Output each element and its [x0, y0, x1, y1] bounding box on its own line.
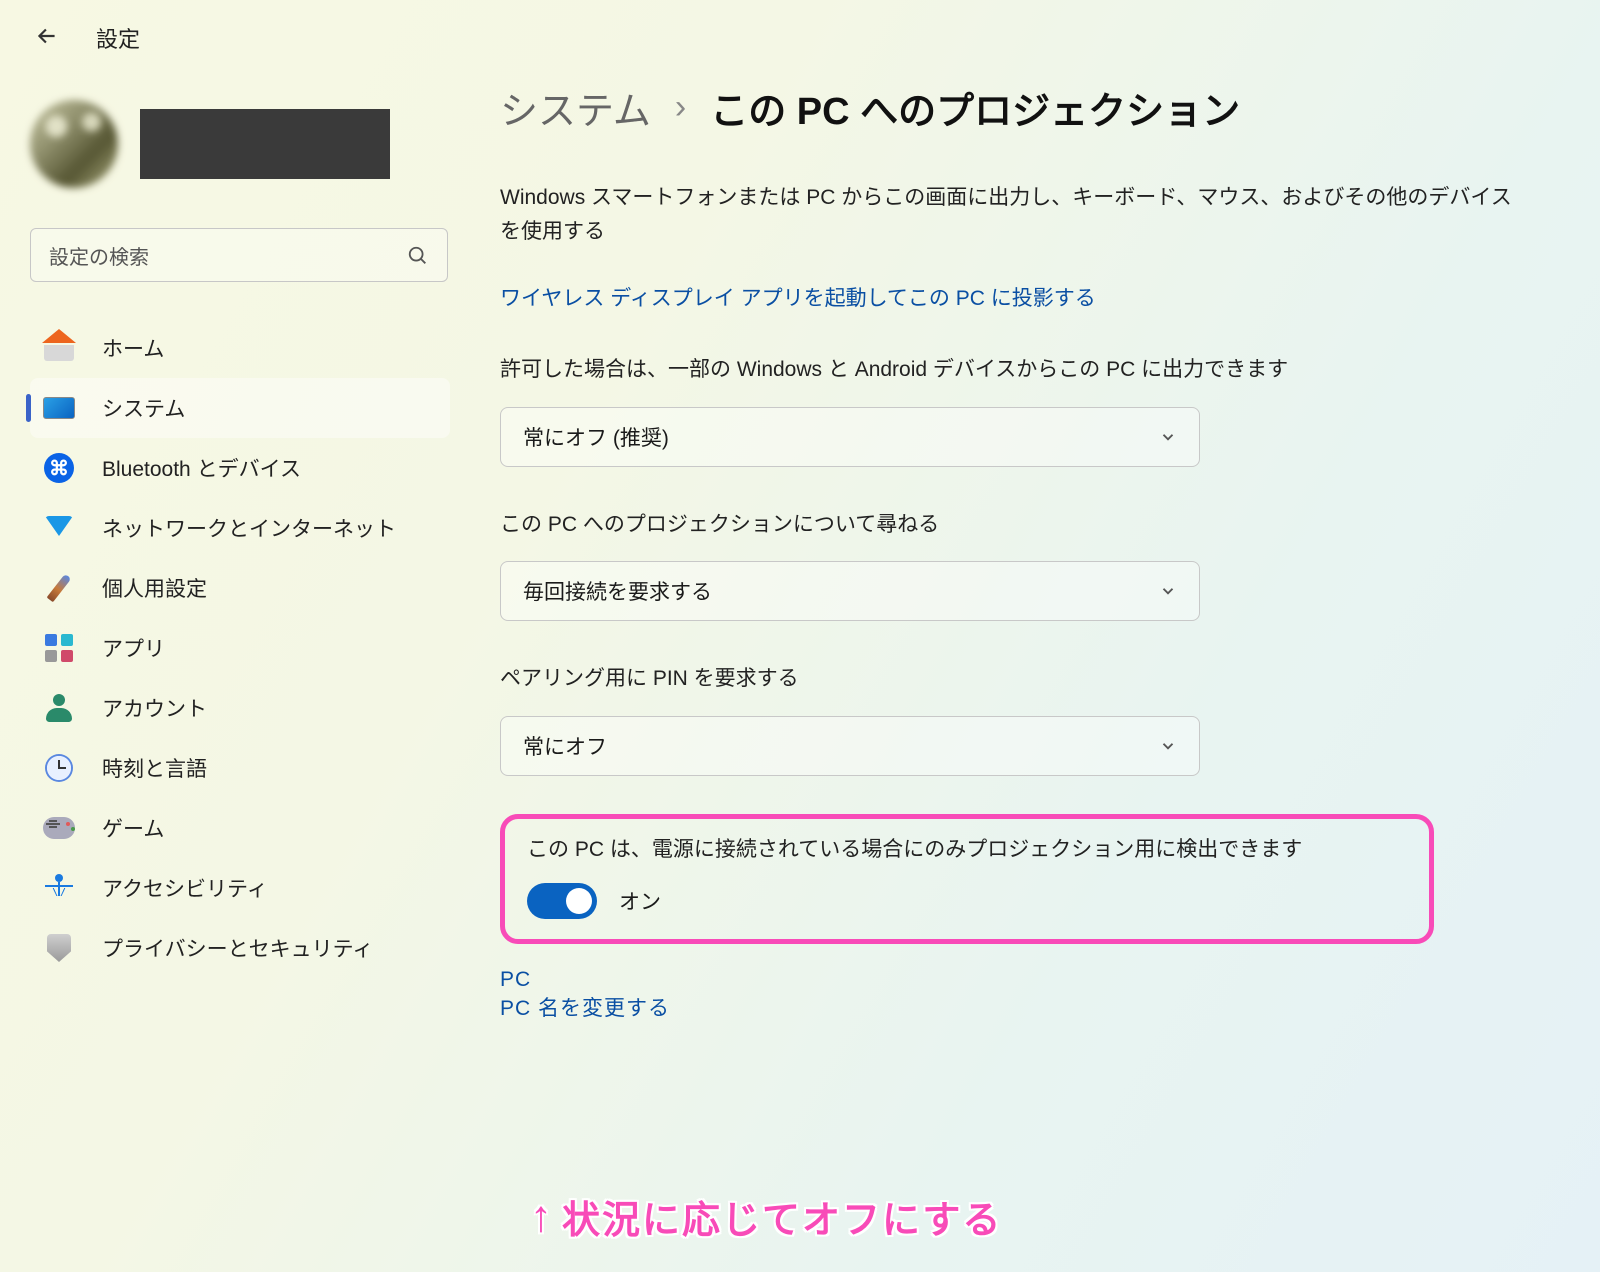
chevron-down-icon: [1159, 582, 1177, 606]
dropdown-value: 常にオフ: [523, 731, 607, 761]
toggle-state-label: オン: [619, 886, 661, 916]
annotation-overlay: ↑ 状況に応じてオフにする: [530, 1189, 1002, 1244]
nav-label: プライバシーとセキュリティ: [102, 933, 373, 963]
nav-item-time-language[interactable]: 時刻と言語: [30, 738, 450, 798]
setting-label: この PC は、電源に接続されている場合にのみプロジェクション用に検出できます: [527, 833, 1407, 863]
nav-label: ホーム: [102, 333, 164, 363]
clock-icon: [42, 751, 76, 785]
window-title: 設定: [96, 22, 140, 54]
nav-label: Bluetooth とデバイス: [102, 453, 301, 483]
search-placeholder: 設定の検索: [49, 241, 149, 270]
nav-item-network[interactable]: ネットワークとインターネット: [30, 498, 450, 558]
page-description: Windows スマートフォンまたは PC からこの画面に出力し、キーボード、マ…: [500, 181, 1520, 248]
shield-icon: [42, 931, 76, 965]
bluetooth-icon: ⌘: [42, 451, 76, 485]
nav-list: ホーム システム ⌘ Bluetooth とデバイス ネットワークとインターネッ…: [30, 318, 450, 978]
home-icon: [42, 331, 76, 365]
profile-block[interactable]: [30, 100, 450, 188]
setting-label: 許可した場合は、一部の Windows と Android デバイスからこの P…: [500, 354, 1520, 387]
nav-label: アプリ: [102, 633, 165, 663]
nav-item-personalization[interactable]: 個人用設定: [30, 558, 450, 618]
setting-availability: 許可した場合は、一部の Windows と Android デバイスからこの P…: [500, 354, 1570, 467]
nav-label: アクセシビリティ: [102, 873, 268, 903]
chevron-down-icon: [1159, 737, 1177, 761]
breadcrumb: システム › この PC へのプロジェクション: [500, 80, 1570, 135]
availability-dropdown[interactable]: 常にオフ (推奨): [500, 407, 1200, 467]
person-icon: [42, 691, 76, 725]
nav-label: システム: [102, 393, 185, 423]
nav-item-bluetooth[interactable]: ⌘ Bluetooth とデバイス: [30, 438, 450, 498]
nav-item-home[interactable]: ホーム: [30, 318, 450, 378]
ask-dropdown[interactable]: 毎回接続を要求する: [500, 561, 1200, 621]
rename-pc-link[interactable]: PC 名を変更する: [500, 997, 670, 1020]
highlight-frame: この PC は、電源に接続されている場合にのみプロジェクション用に検出できます …: [500, 814, 1434, 944]
nav-label: ネットワークとインターネット: [102, 513, 396, 543]
nav-label: 時刻と言語: [102, 753, 207, 783]
footer-text: PC PC 名を変更する: [500, 968, 1570, 1022]
setting-require-pin: ペアリング用に PIN を要求する 常にオフ: [500, 663, 1570, 776]
accessibility-icon: [42, 871, 76, 905]
nav-item-privacy[interactable]: プライバシーとセキュリティ: [30, 918, 450, 978]
nav-label: アカウント: [102, 693, 207, 723]
breadcrumb-current: この PC へのプロジェクション: [710, 80, 1240, 135]
back-button[interactable]: [34, 23, 60, 54]
gamepad-icon: [42, 811, 76, 845]
brush-icon: [42, 571, 76, 605]
system-icon: [42, 391, 76, 425]
profile-name-redacted: [140, 109, 390, 179]
nav-item-apps[interactable]: アプリ: [30, 618, 450, 678]
wifi-icon: [42, 511, 76, 545]
setting-label: ペアリング用に PIN を要求する: [500, 663, 1520, 696]
setting-ask-to-project: この PC へのプロジェクションについて尋ねる 毎回接続を要求する: [500, 509, 1570, 622]
search-input[interactable]: 設定の検索: [30, 228, 448, 282]
annotation-text: 状況に応じてオフにする: [562, 1189, 1002, 1244]
footer-line1: PC: [500, 968, 531, 991]
nav-item-accounts[interactable]: アカウント: [30, 678, 450, 738]
avatar: [30, 100, 118, 188]
nav-item-accessibility[interactable]: アクセシビリティ: [30, 858, 450, 918]
chevron-right-icon: ›: [675, 88, 686, 127]
dropdown-value: 常にオフ (推奨): [523, 422, 669, 452]
plugged-in-only-toggle[interactable]: [527, 883, 597, 919]
setting-label: この PC へのプロジェクションについて尋ねる: [500, 509, 1520, 542]
launch-wireless-display-link[interactable]: ワイヤレス ディスプレイ アプリを起動してこの PC に投影する: [500, 282, 1570, 312]
apps-icon: [42, 631, 76, 665]
chevron-down-icon: [1159, 428, 1177, 452]
pin-dropdown[interactable]: 常にオフ: [500, 716, 1200, 776]
search-icon: [407, 245, 429, 273]
nav-item-gaming[interactable]: ゲーム: [30, 798, 450, 858]
nav-label: 個人用設定: [102, 573, 207, 603]
arrow-up-icon: ↑: [530, 1192, 552, 1242]
breadcrumb-parent[interactable]: システム: [500, 80, 651, 135]
nav-item-system[interactable]: システム: [30, 378, 450, 438]
nav-label: ゲーム: [102, 813, 164, 843]
dropdown-value: 毎回接続を要求する: [523, 576, 712, 606]
